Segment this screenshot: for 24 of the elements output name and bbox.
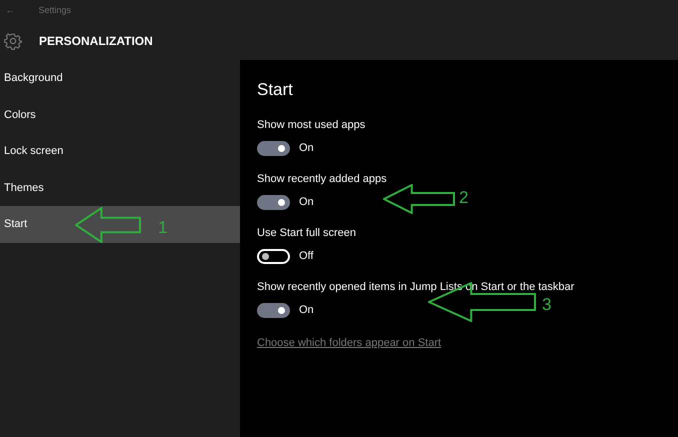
annotation-number: 3 [542,294,552,316]
toggle-state: On [299,195,314,210]
toggle-state: On [299,303,314,318]
toggle-switch[interactable] [257,302,290,318]
arrow-annotation [75,207,141,243]
window-title: Settings [38,4,72,18]
sidebar-item[interactable]: Colors [0,96,240,134]
toggle-switch[interactable] [257,194,290,210]
sidebar-item[interactable]: Themes [0,170,240,206]
toggle-state: Off [299,249,314,264]
page-heading: Start [257,79,294,101]
sidebar-item[interactable]: Background [0,60,240,97]
gear-icon [4,32,22,50]
toggle-switch[interactable] [257,140,290,156]
section-title: PERSONALIZATION [39,33,153,50]
setting-label: Show most used apps [257,118,366,132]
sidebar-item[interactable]: Lock screen [0,133,240,170]
folders-link[interactable]: Choose which folders appear on Start [257,334,442,351]
setting-label: Show recently added apps [257,172,388,186]
annotation-number: 1 [158,217,168,239]
arrow-annotation [383,184,455,214]
toggle-state: On [299,141,314,156]
annotation-number: 2 [459,187,468,209]
setting-label: Use Start full screen [257,226,358,240]
